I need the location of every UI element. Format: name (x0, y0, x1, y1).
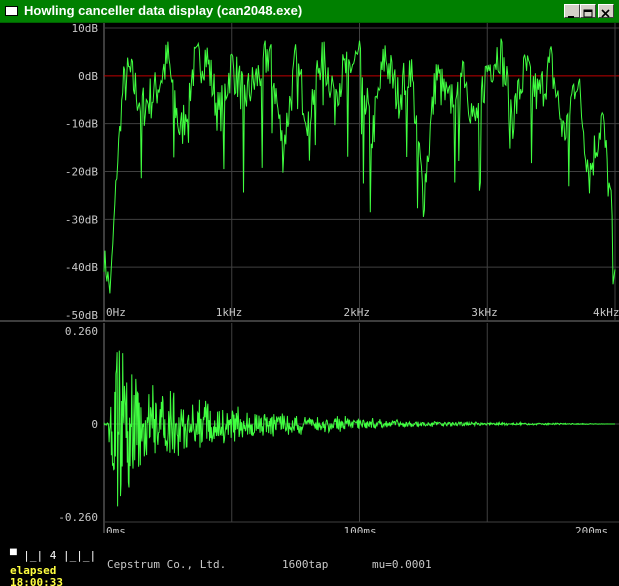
impulse-grid (103, 323, 619, 533)
minimize-button[interactable] (564, 4, 580, 18)
window-title: Howling canceller data display (can2048.… (24, 3, 303, 18)
impulse-x-tick-label: 200ms (575, 525, 608, 533)
spectrum-y-tick-label: -20dB (65, 166, 98, 179)
spectrum-x-tick-label: 1kHz (216, 306, 243, 319)
app-window-icon[interactable] (5, 6, 18, 16)
impulse-y-tick-label: 0 (91, 418, 98, 431)
mini-control-block[interactable]: ▀ (10, 549, 17, 562)
impulse-chart: 0.260 0 -0.260 0ms 100ms 200ms (58, 323, 619, 533)
spectrum-y-tick-label: 0dB (78, 70, 98, 83)
spectrum-x-tick-label: 2kHz (344, 306, 371, 319)
mini-control-open[interactable]: |_| (23, 549, 43, 562)
spectrum-x-tick-label: 0Hz (106, 306, 126, 319)
maximize-button[interactable] (580, 4, 596, 18)
mu-value: mu=0.0001 (372, 558, 432, 571)
impulse-y-tick-label: 0.260 (65, 325, 98, 338)
mini-controls: ▀ |_| 4 |_|_| (10, 549, 96, 562)
company-name: Cepstrum Co., Ltd. (107, 558, 227, 571)
impulse-x-tick-label: 0ms (106, 525, 126, 533)
title-bar[interactable]: Howling canceller data display (can2048.… (0, 0, 619, 23)
spectrum-chart: 10dB 0dB -10dB -20dB -30dB -40dB -50dB 0Hz 1kHz 2… (0, 23, 619, 322)
impulse-x-tick-label: 100ms (344, 525, 377, 533)
display-area: 10dB 0dB -10dB -20dB -30dB -40dB -50dB 0Hz 1kHz 2… (0, 23, 619, 586)
spectrum-y-tick-label: -30dB (65, 213, 98, 226)
spectrum-x-tick-label: 4kHz (593, 306, 619, 319)
status-bar: ▀ |_| 4 |_|_| elapsed 18:00:33 Cepstrum … (0, 533, 619, 586)
close-button[interactable] (598, 4, 614, 18)
spectrum-y-tick-label: -50dB (65, 309, 98, 322)
close-icon (601, 9, 610, 18)
spectrum-y-tick-label: 10dB (72, 23, 99, 35)
impulse-y-tick-label: -0.260 (58, 511, 98, 524)
spectrum-y-tick-label: -40dB (65, 261, 98, 274)
mini-control-pair[interactable]: |_|_| (63, 549, 96, 562)
maximize-icon (583, 9, 593, 18)
minimize-icon (568, 16, 574, 18)
spectrum-x-tick-label: 3kHz (471, 306, 498, 319)
elapsed-time: 18:00:33 (10, 576, 63, 586)
mini-control-number[interactable]: 4 (50, 549, 57, 562)
spectrum-y-tick-label: -10dB (65, 118, 98, 131)
tap-count: 1600tap (282, 558, 329, 571)
app-window: Howling canceller data display (can2048.… (0, 0, 619, 586)
